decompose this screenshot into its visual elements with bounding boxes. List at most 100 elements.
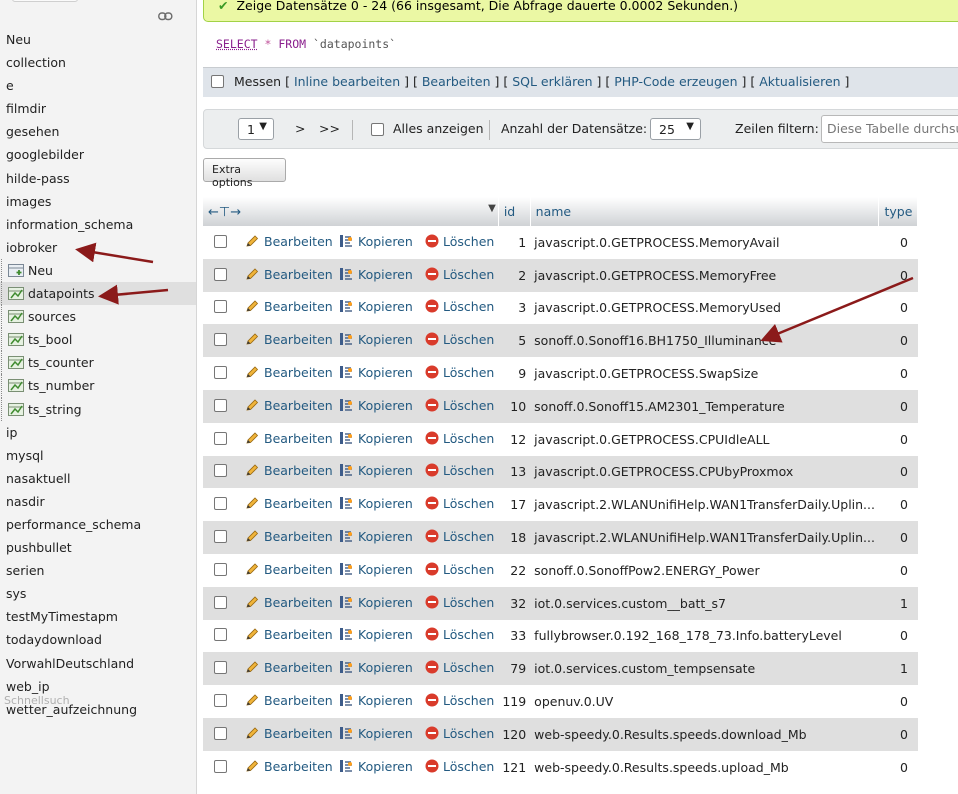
cell-id[interactable]: 119 <box>498 685 530 718</box>
cell-id[interactable]: 2 <box>498 259 530 292</box>
cell-type[interactable]: 0 <box>879 456 918 489</box>
sql-keyword-select[interactable]: SELECT <box>216 37 258 51</box>
cell-name[interactable]: javascript.0.GETPROCESS.CPUbyProxmox <box>530 456 879 489</box>
copy-row-button[interactable]: Kopieren <box>339 726 425 743</box>
cell-id[interactable]: 1 <box>498 226 530 259</box>
edit-row-button[interactable]: Bearbeiten <box>245 595 339 612</box>
sidebar-new-database[interactable]: Neu <box>0 28 197 51</box>
sidebar-db-serien[interactable]: serien <box>0 559 197 582</box>
link-chain-icon[interactable] <box>158 9 173 24</box>
cell-type[interactable]: 1 <box>879 652 918 685</box>
copy-row-button[interactable]: Kopieren <box>339 627 425 644</box>
delete-row-button[interactable]: Löschen <box>425 463 494 480</box>
cell-type[interactable]: 0 <box>879 357 918 390</box>
sidebar-table-sources[interactable]: sources <box>0 305 197 328</box>
cell-name[interactable]: sonoff.0.Sonoff15.AM2301_Temperature <box>530 390 879 423</box>
explain-sql-link[interactable]: SQL erklären <box>512 74 592 89</box>
table-row[interactable]: Bearbeiten Kopieren Löschen 12 javascript.0.… <box>203 423 918 456</box>
edit-row-button[interactable]: Bearbeiten <box>245 627 339 644</box>
sidebar-db-e[interactable]: e <box>0 74 197 97</box>
cell-type[interactable]: 0 <box>879 554 918 587</box>
copy-row-button[interactable]: Kopieren <box>339 660 425 677</box>
refresh-link[interactable]: Aktualisieren <box>759 74 840 89</box>
row-checkbox[interactable] <box>214 727 227 740</box>
cell-name[interactable]: iot.0.services.custom__batt_s7 <box>530 587 879 620</box>
delete-row-button[interactable]: Löschen <box>425 365 494 382</box>
table-row[interactable]: Bearbeiten Kopieren Löschen 3 javascript.0.G… <box>203 292 918 325</box>
sidebar-db-testmytimestapm[interactable]: testMyTimestapm <box>0 605 197 628</box>
delete-row-button[interactable]: Löschen <box>425 726 494 743</box>
edit-row-button[interactable]: Bearbeiten <box>245 299 339 316</box>
cell-id[interactable]: 120 <box>498 718 530 751</box>
delete-row-button[interactable]: Löschen <box>425 267 494 284</box>
copy-row-button[interactable]: Kopieren <box>339 332 425 349</box>
sidebar-db-googlebilder[interactable]: googlebilder <box>0 143 197 166</box>
row-checkbox[interactable] <box>214 530 227 543</box>
filter-rows-input[interactable]: Diese Tabelle durchsuchen <box>821 115 958 143</box>
copy-row-button[interactable]: Kopieren <box>339 759 425 776</box>
cell-name[interactable]: openuv.0.UV <box>530 685 879 718</box>
cell-id[interactable]: 22 <box>498 554 530 587</box>
cell-name[interactable]: javascript.0.GETPROCESS.MemoryFree <box>530 259 879 292</box>
column-header-id[interactable]: id <box>498 197 530 226</box>
cell-id[interactable]: 5 <box>498 324 530 357</box>
edit-row-button[interactable]: Bearbeiten <box>245 726 339 743</box>
table-row[interactable]: Bearbeiten Kopieren Löschen 121 web-speedy.0… <box>203 751 918 784</box>
row-checkbox[interactable] <box>214 596 227 609</box>
cell-type[interactable]: 1 <box>879 587 918 620</box>
sidebar-db-filmdir[interactable]: filmdir <box>0 97 197 120</box>
delete-row-button[interactable]: Löschen <box>425 562 494 579</box>
sidebar-db-mysql[interactable]: mysql <box>0 444 197 467</box>
row-checkbox[interactable] <box>214 661 227 674</box>
sidebar-db-hilde-pass[interactable]: hilde-pass <box>0 167 197 190</box>
table-row[interactable]: Bearbeiten Kopieren Löschen 17 javascript.2.… <box>203 488 918 521</box>
sidebar-db-todaydownload[interactable]: todaydownload <box>0 628 197 651</box>
cell-type[interactable]: 0 <box>879 226 918 259</box>
sidebar-table-datapoints[interactable]: datapoints <box>0 282 197 305</box>
delete-row-button[interactable]: Löschen <box>425 496 494 513</box>
last-page-button[interactable]: >> <box>319 121 340 136</box>
delete-row-button[interactable]: Löschen <box>425 299 494 316</box>
copy-row-button[interactable]: Kopieren <box>339 398 425 415</box>
table-row[interactable]: Bearbeiten Kopieren Löschen 1 javascript.0.G… <box>203 226 918 259</box>
sidebar-db-information-schema[interactable]: information_schema <box>0 213 197 236</box>
sidebar-db-gesehen[interactable]: gesehen <box>0 120 197 143</box>
table-row[interactable]: Bearbeiten Kopieren Löschen 120 web-speedy.0… <box>203 718 918 751</box>
delete-row-button[interactable]: Löschen <box>425 693 494 710</box>
sidebar-table-ts-bool[interactable]: ts_bool <box>0 328 197 351</box>
edit-row-button[interactable]: Bearbeiten <box>245 693 339 710</box>
copy-row-button[interactable]: Kopieren <box>339 431 425 448</box>
copy-row-button[interactable]: Kopieren <box>339 365 425 382</box>
delete-row-button[interactable]: Löschen <box>425 234 494 251</box>
copy-row-button[interactable]: Kopieren <box>339 496 425 513</box>
cell-name[interactable]: fullybrowser.0.192_168_178_73.Info.batte… <box>530 620 879 653</box>
edit-row-button[interactable]: Bearbeiten <box>245 267 339 284</box>
sidebar-table-ts-number[interactable]: ts_number <box>0 374 197 397</box>
row-checkbox[interactable] <box>214 366 227 379</box>
sql-query-box[interactable]: SELECT * FROM `datapoints` <box>203 22 958 68</box>
measure-checkbox[interactable] <box>211 75 224 88</box>
cell-name[interactable]: javascript.0.GETPROCESS.MemoryUsed <box>530 292 879 325</box>
copy-row-button[interactable]: Kopieren <box>339 299 425 316</box>
copy-row-button[interactable]: Kopieren <box>339 234 425 251</box>
cell-name[interactable]: javascript.0.GETPROCESS.CPUIdleALL <box>530 423 879 456</box>
cell-type[interactable]: 0 <box>879 292 918 325</box>
edit-row-button[interactable]: Bearbeiten <box>245 496 339 513</box>
sidebar-top-control[interactable] <box>12 0 78 2</box>
delete-row-button[interactable]: Löschen <box>425 627 494 644</box>
cell-name[interactable]: web-speedy.0.Results.speeds.upload_Mb <box>530 751 879 784</box>
copy-row-button[interactable]: Kopieren <box>339 529 425 546</box>
row-checkbox[interactable] <box>214 760 227 773</box>
table-row[interactable]: Bearbeiten Kopieren Löschen 22 sonoff.0.Sono… <box>203 554 918 587</box>
show-all-checkbox[interactable] <box>371 123 384 136</box>
table-row[interactable]: Bearbeiten Kopieren Löschen 2 javascript.0.G… <box>203 259 918 292</box>
edit-row-button[interactable]: Bearbeiten <box>245 660 339 677</box>
table-row[interactable]: Bearbeiten Kopieren Löschen 79 iot.0.service… <box>203 652 918 685</box>
table-row[interactable]: Bearbeiten Kopieren Löschen 119 openuv.0.UV 0 <box>203 685 918 718</box>
edit-row-button[interactable]: Bearbeiten <box>245 529 339 546</box>
sidebar-table-ts-string[interactable]: ts_string <box>0 398 197 421</box>
delete-row-button[interactable]: Löschen <box>425 398 494 415</box>
edit-row-button[interactable]: Bearbeiten <box>245 365 339 382</box>
sidebar-db-iobroker[interactable]: iobroker <box>0 236 197 259</box>
cell-type[interactable]: 0 <box>879 620 918 653</box>
